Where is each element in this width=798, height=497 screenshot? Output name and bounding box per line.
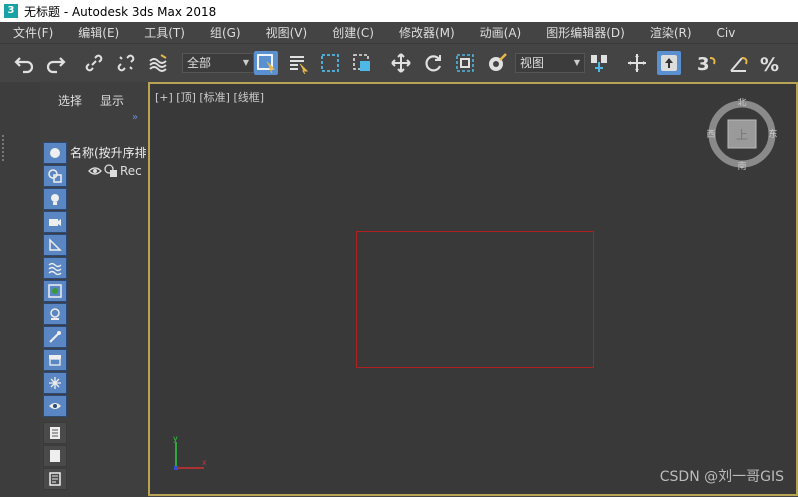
menu-create[interactable]: 创建(C)	[319, 24, 386, 41]
main-toolbar: 全部 ▼ 视图 ▼ 3 %	[0, 43, 798, 82]
display-none-icon[interactable]	[43, 445, 67, 467]
menu-civil-view[interactable]: Civ	[704, 26, 748, 40]
display-shapes-icon[interactable]	[43, 165, 67, 187]
display-cameras-icon[interactable]	[43, 211, 67, 233]
link-icon[interactable]	[82, 51, 106, 75]
menu-animation[interactable]: 动画(A)	[467, 24, 534, 41]
tab-display[interactable]: 显示	[100, 92, 124, 109]
reference-coordinate-value: 视图	[520, 56, 545, 70]
display-space-warps-icon[interactable]	[43, 257, 67, 279]
display-particles-icon[interactable]	[43, 372, 67, 394]
watermark-text: CSDN @刘一哥GIS	[659, 469, 784, 485]
select-object-icon[interactable]	[254, 51, 278, 75]
scene-explorer-tabs: 选择 显示	[58, 92, 124, 109]
display-geometry-icon[interactable]	[43, 142, 67, 164]
display-xrefs-icon[interactable]	[43, 303, 67, 325]
dock-grip-handle[interactable]	[2, 135, 10, 161]
object-name-label: Rec	[120, 164, 142, 178]
pivot-point-center-icon[interactable]	[587, 51, 611, 75]
scene-explorer-panel: 选择 显示 » 名称(按升序排 Rec	[40, 82, 148, 497]
eye-icon[interactable]	[88, 166, 102, 176]
tab-select[interactable]: 选择	[58, 92, 82, 109]
svg-text:3: 3	[697, 54, 710, 74]
left-dock-strip	[0, 82, 40, 497]
display-invert-icon[interactable]	[43, 468, 67, 490]
viewcube-face-label: 上	[736, 128, 748, 142]
keyboard-shortcut-override-icon[interactable]	[657, 51, 681, 75]
menu-tools[interactable]: 工具(T)	[131, 24, 197, 41]
list-item[interactable]: Rec	[88, 164, 146, 178]
display-lights-icon[interactable]	[43, 188, 67, 210]
select-and-scale-icon[interactable]	[453, 51, 477, 75]
menu-edit[interactable]: 编辑(E)	[65, 24, 131, 41]
svg-text:%: %	[760, 54, 779, 74]
viewcube-south-label: 南	[737, 160, 746, 170]
display-all-icon[interactable]	[43, 422, 67, 444]
display-groups-icon[interactable]	[43, 280, 67, 302]
chevron-down-icon: ▼	[242, 58, 249, 67]
expand-chevron-icon[interactable]: »	[132, 112, 138, 123]
selection-filter-value: 全部	[187, 56, 212, 70]
axis-x-label: x	[202, 458, 207, 467]
menu-rendering[interactable]: 渲染(R)	[637, 24, 704, 41]
app-icon: 3	[4, 4, 18, 18]
select-and-place-icon[interactable]	[485, 51, 509, 75]
bind-space-warp-icon[interactable]	[146, 51, 170, 75]
chevron-down-icon: ▼	[573, 58, 580, 67]
viewcube[interactable]: 上 北 南 东 西	[706, 98, 778, 170]
window-title: 无标题 - Autodesk 3ds Max 2018	[24, 4, 217, 19]
window-crossing-icon[interactable]	[350, 51, 374, 75]
reference-coordinate-dropdown[interactable]: 视图 ▼	[515, 53, 585, 73]
name-column-header[interactable]: 名称(按升序排	[70, 144, 146, 161]
top-viewport[interactable]: [+] [顶] [标准] [线框] 上 北 南 东 西 y x CSDN @刘一…	[148, 82, 798, 496]
menu-bar: 文件(F) 编辑(E) 工具(T) 组(G) 视图(V) 创建(C) 修改器(M…	[0, 22, 798, 43]
display-frozen-icon[interactable]	[43, 395, 67, 417]
rectangular-selection-region-icon[interactable]	[318, 51, 342, 75]
select-by-name-icon[interactable]	[286, 51, 310, 75]
select-and-move-icon[interactable]	[389, 51, 413, 75]
viewcube-east-label: 东	[768, 128, 777, 140]
menu-graph-editors[interactable]: 图形编辑器(D)	[533, 24, 637, 41]
viewcube-west-label: 西	[706, 129, 715, 140]
menu-views[interactable]: 视图(V)	[253, 24, 320, 41]
display-bones-icon[interactable]	[43, 326, 67, 348]
axis-tripod: y x	[173, 434, 207, 470]
viewcube-north-label: 北	[737, 98, 746, 108]
axis-y-label: y	[173, 434, 178, 443]
undo-icon[interactable]	[12, 51, 36, 75]
display-helpers-icon[interactable]	[43, 234, 67, 256]
unlink-icon[interactable]	[114, 51, 138, 75]
viewport-label-menu[interactable]: [+] [顶] [标准] [线框]	[155, 89, 264, 105]
percent-snap-toggle-icon[interactable]: %	[759, 51, 783, 75]
menu-modifiers[interactable]: 修改器(M)	[386, 24, 467, 41]
menu-file[interactable]: 文件(F)	[0, 24, 65, 41]
selection-filter-dropdown[interactable]: 全部 ▼	[182, 53, 254, 73]
title-bar: 3 无标题 - Autodesk 3ds Max 2018	[0, 0, 798, 22]
menu-group[interactable]: 组(G)	[197, 24, 253, 41]
select-and-manipulate-icon[interactable]	[625, 51, 649, 75]
shape-type-icon	[104, 164, 117, 177]
redo-icon[interactable]	[44, 51, 68, 75]
rectangle-shape[interactable]	[356, 231, 594, 368]
display-containers-icon[interactable]	[43, 349, 67, 371]
angle-snap-toggle-icon[interactable]	[727, 51, 751, 75]
select-and-rotate-icon[interactable]	[421, 51, 445, 75]
snaps-toggle-icon[interactable]: 3	[695, 51, 719, 75]
